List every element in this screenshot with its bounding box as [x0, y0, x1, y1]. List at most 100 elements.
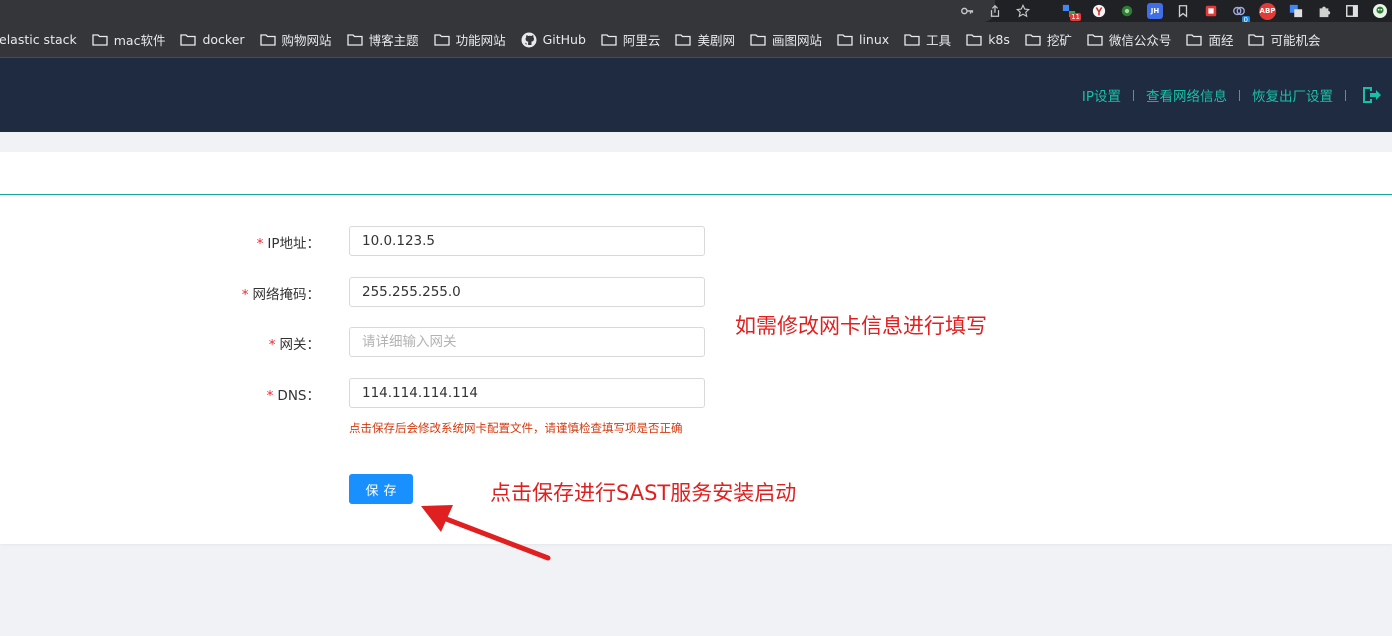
folder-icon — [904, 34, 920, 46]
adblock-plus-icon[interactable]: ABP — [1259, 2, 1276, 20]
folder-icon — [966, 34, 982, 46]
folder-icon — [1186, 34, 1203, 46]
bookmark-label: 购物网站 — [281, 33, 332, 48]
address-bar[interactable] — [0, 0, 995, 22]
bookmark-folder-blog-themes[interactable]: 博客主题 — [346, 30, 419, 49]
bookmark-folder-drawing[interactable]: 画图网站 — [750, 30, 822, 49]
save-button[interactable]: 保存 — [349, 474, 413, 504]
folder-icon — [346, 34, 363, 46]
required-mark: * — [268, 337, 276, 353]
bookmark-label: 博客主题 — [368, 33, 419, 48]
gateway-input[interactable] — [349, 327, 705, 357]
extension-red-icon[interactable] — [1203, 3, 1219, 19]
nav-ip-settings[interactable]: IP设置 — [1082, 85, 1121, 105]
mask-label-text: 网络掩码： — [252, 287, 321, 303]
save-warning-hint: 点击保存后会修改系统网卡配置文件，请谨慎检查填写项是否正确 — [349, 421, 683, 435]
form-row-gateway: * 网关： — [0, 327, 1392, 357]
bookmark-label: elastic stack — [0, 32, 77, 47]
nav-factory-reset[interactable]: 恢复出厂设置 — [1252, 85, 1333, 105]
form-row-dns: * DNS： — [0, 378, 1392, 408]
bookmark-label: 挖矿 — [1046, 33, 1072, 48]
folder-icon — [675, 34, 692, 46]
bookmark-folder-opportunities[interactable]: 可能机会 — [1248, 30, 1320, 49]
bookmark-folder-docker[interactable]: docker — [180, 32, 245, 47]
gateway-label-text: 网关： — [279, 337, 321, 353]
folder-icon — [92, 34, 108, 46]
bookmark-folder-shopping[interactable]: 购物网站 — [259, 30, 332, 49]
mask-label: * 网络掩码： — [242, 283, 320, 303]
annotation-arrow-icon — [421, 505, 551, 561]
bookmark-folder-us-tv[interactable]: 美剧网 — [675, 30, 735, 49]
extension-link-icon[interactable]: 0 — [1231, 3, 1250, 24]
ip-address-input[interactable] — [349, 226, 705, 256]
bookmark-icon[interactable] — [1175, 3, 1191, 19]
key-icon[interactable] — [959, 3, 975, 19]
required-mark: * — [266, 388, 274, 404]
bookmark-label: 功能网站 — [455, 33, 506, 48]
bookmark-folder-tools-sites[interactable]: 功能网站 — [433, 30, 506, 49]
logout-icon[interactable] — [1360, 84, 1382, 106]
form-row-ip: * IP地址： — [0, 226, 1392, 256]
extensions-puzzle-icon[interactable] — [1316, 3, 1332, 19]
bookmark-folder-linux[interactable]: linux — [837, 32, 889, 47]
bookmark-label: 画图网站 — [771, 33, 822, 48]
bookmark-github[interactable]: GitHub — [521, 32, 586, 48]
extension-counter-icon[interactable]: 11 — [1059, 3, 1081, 21]
bookmark-folder-wechat[interactable]: 微信公众号 — [1087, 30, 1172, 49]
browser-toolbar: 11 JH 0 ABP — [0, 0, 1392, 24]
bookmark-label: GitHub — [542, 32, 586, 47]
bookmarks-bar: elastic stack mac软件 docker 购物网站 博客主题 功能网… — [0, 22, 1392, 58]
translate-icon[interactable] — [1288, 3, 1304, 19]
yandex-icon[interactable] — [1091, 3, 1107, 19]
bookmark-label: 阿里云 — [622, 33, 661, 48]
gateway-label: * 网关： — [269, 333, 320, 353]
annotation-edit-note: 如需修改网卡信息进行填写 — [735, 314, 987, 338]
bookmark-label: 面经 — [1208, 33, 1234, 48]
ip-label-text: IP地址： — [267, 236, 320, 252]
nav-divider — [1133, 89, 1134, 101]
folder-icon — [433, 34, 450, 46]
folder-icon — [180, 34, 197, 46]
ip-label: * IP地址： — [257, 232, 320, 252]
bookmark-label: 美剧网 — [697, 33, 735, 48]
profile-avatar[interactable] — [1372, 3, 1388, 19]
folder-icon — [1025, 34, 1041, 46]
extension-green-icon[interactable] — [1119, 3, 1135, 19]
folder-icon — [1248, 34, 1265, 46]
nav-divider — [1345, 89, 1346, 101]
extension-badge: 11 — [1070, 13, 1081, 21]
required-mark: * — [241, 287, 249, 303]
bookmark-label: docker — [202, 32, 245, 47]
bookmark-label: linux — [858, 32, 890, 47]
bookmark-label: k8s — [988, 32, 1010, 47]
bookmark-folder-mac[interactable]: mac软件 — [92, 30, 165, 49]
bookmark-folder-tools[interactable]: 工具 — [904, 30, 951, 49]
bookmark-folder-mining[interactable]: 挖矿 — [1025, 30, 1072, 49]
netmask-input[interactable] — [349, 277, 705, 307]
folder-icon — [750, 34, 766, 46]
bookmark-label: 可能机会 — [1270, 33, 1321, 48]
app-header: IP设置 查看网络信息 恢复出厂设置 — [0, 58, 1392, 132]
dns-label: * DNS： — [267, 384, 320, 404]
github-icon — [521, 32, 537, 47]
bookmark-folder-aliyun[interactable]: 阿里云 — [601, 30, 661, 49]
form-row-mask: * 网络掩码： — [0, 277, 1392, 307]
share-icon[interactable] — [987, 3, 1003, 19]
header-nav: IP设置 查看网络信息 恢复出厂设置 — [1082, 58, 1382, 132]
bookmark-folder-k8s[interactable]: k8s — [966, 32, 1010, 47]
nav-divider — [1239, 89, 1240, 101]
sidepanel-icon[interactable] — [1344, 3, 1360, 19]
folder-icon — [1087, 34, 1103, 46]
dns-label-text: DNS： — [277, 388, 320, 404]
bookmark-label: 微信公众号 — [1108, 33, 1172, 48]
bookmark-folder-interview[interactable]: 面经 — [1186, 30, 1233, 49]
bookmark-star-icon[interactable] — [1015, 3, 1031, 19]
nav-network-info[interactable]: 查看网络信息 — [1146, 85, 1227, 105]
folder-icon — [601, 34, 617, 46]
bookmark-elastic-stack[interactable]: elastic stack — [0, 32, 77, 47]
bookmark-label: 工具 — [926, 33, 952, 48]
folder-icon — [259, 34, 276, 46]
dns-input[interactable] — [349, 378, 705, 408]
jh-extension-icon[interactable]: JH — [1147, 3, 1163, 19]
required-mark: * — [256, 236, 264, 252]
